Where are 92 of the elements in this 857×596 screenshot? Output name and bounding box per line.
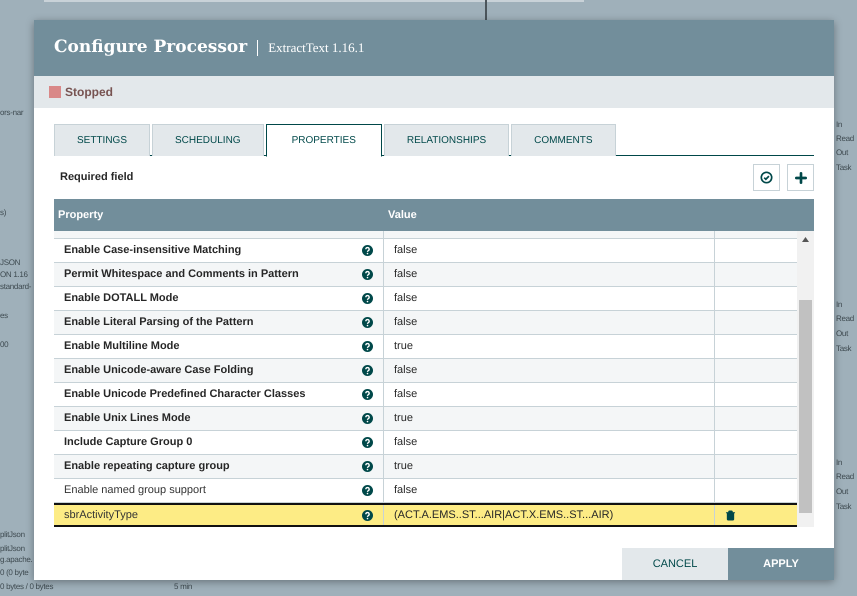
dialog-title: Configure Processor: [54, 36, 248, 60]
property-name: Enable Unix Lines Mode: [64, 411, 191, 426]
help-icon[interactable]: [362, 510, 373, 520]
verify-button[interactable]: [753, 164, 780, 191]
table-row[interactable]: Enable DOTALL Mode false: [54, 287, 797, 311]
canvas-label: es: [0, 311, 8, 321]
property-value: false: [394, 483, 418, 498]
help-icon[interactable]: [362, 341, 373, 352]
canvas-label: 00: [0, 340, 8, 350]
canvas-label: Out: [836, 329, 848, 339]
table-row[interactable]: Enable repeating capture group true: [54, 455, 797, 479]
canvas-label: 0 (0 byte: [0, 568, 28, 578]
property-value: false: [394, 435, 418, 450]
canvas-label: ors-nar: [0, 108, 24, 118]
table-row[interactable]: Enable Literal Parsing of the Pattern false: [54, 311, 797, 335]
help-icon[interactable]: [362, 269, 373, 280]
tab[interactable]: RELATIONSHIPS: [384, 124, 510, 156]
property-value: true: [394, 339, 413, 354]
property-name: Enable repeating capture group: [64, 459, 230, 474]
canvas-label: JSON: [0, 258, 20, 268]
table-row[interactable]: Enable Unix Lines Mode true: [54, 407, 797, 431]
trash-icon[interactable]: [725, 510, 736, 520]
tab[interactable]: PROPERTIES: [266, 124, 382, 157]
canvas-label: standard-: [0, 282, 32, 292]
table-row[interactable]: Enable Multiline Mode true: [54, 335, 797, 359]
canvas-label: 0 bytes / 0 bytes: [0, 582, 54, 592]
table-row[interactable]: sbrActivityType (ACT.A.EMS..ST...AIR|ACT.X.EMS..ST...AIR): [54, 503, 797, 527]
help-icon[interactable]: [362, 389, 373, 400]
canvas-label: Task: [836, 344, 852, 354]
help-icon[interactable]: [362, 437, 373, 448]
canvas-label: 5 min: [174, 582, 192, 592]
property-value: false: [394, 363, 418, 378]
table-row[interactable]: Enable Unicode-aware Case Folding false: [54, 359, 797, 383]
canvas-label: Task: [836, 502, 852, 512]
property-name: Enable DOTALL Mode: [64, 291, 178, 306]
property-name: Enable Literal Parsing of the Pattern: [64, 315, 254, 330]
help-icon[interactable]: [362, 365, 373, 376]
help-icon[interactable]: [362, 413, 373, 424]
help-icon[interactable]: [362, 317, 373, 328]
property-name: Enable Unicode Predefined Character Classes: [64, 387, 306, 402]
property-value: false: [394, 243, 418, 258]
canvas-label: Read: [836, 314, 854, 324]
required-field-note: Required field: [60, 170, 134, 186]
column-header: Property: [57, 208, 104, 223]
add-button[interactable]: [787, 164, 814, 191]
scroll-up-icon[interactable]: [802, 237, 809, 242]
plus-icon: [792, 170, 808, 186]
canvas-label: plitJson: [0, 530, 25, 540]
canvas-label: In: [836, 300, 842, 310]
canvas-label: Out: [836, 487, 848, 497]
canvas-label: In: [836, 120, 842, 130]
table-row[interactable]: Permit Whitespace and Comments in Pattern false: [54, 263, 797, 287]
tab[interactable]: SETTINGS: [54, 124, 150, 156]
canvas-label: Task: [836, 163, 852, 173]
property-name: Permit Whitespace and Comments in Pattern: [64, 267, 299, 282]
tab[interactable]: SCHEDULING: [152, 124, 264, 156]
property-value: false: [394, 291, 418, 306]
property-name: Enable named group support: [64, 483, 206, 498]
status-label: Stopped: [65, 84, 113, 101]
table-row[interactable]: Enable Case-insensitive Matching false: [54, 239, 797, 263]
property-value: false: [394, 387, 418, 402]
canvas-label: s): [0, 208, 6, 218]
help-icon[interactable]: [362, 485, 373, 496]
dialog-subtitle: ExtractText 1.16.1: [268, 39, 364, 58]
help-icon[interactable]: [362, 461, 373, 472]
canvas-label: Out: [836, 148, 848, 158]
canvas-label: In: [836, 458, 842, 468]
column-header: Value: [387, 208, 418, 223]
property-name: Include Capture Group 0: [64, 435, 192, 450]
help-icon[interactable]: [362, 245, 373, 256]
property-value: true: [394, 411, 413, 426]
property-value: false: [394, 267, 418, 282]
help-icon[interactable]: [362, 293, 373, 304]
property-name: Enable Unicode-aware Case Folding: [64, 363, 254, 378]
property-value: false: [394, 315, 418, 330]
canvas-label: plitJson: [0, 544, 25, 554]
check-circle-icon: [760, 171, 773, 184]
table-row[interactable]: Enable Unicode Predefined Character Classes false: [54, 383, 797, 407]
cancel-button[interactable]: CANCEL: [622, 548, 728, 580]
property-value: (ACT.A.EMS..ST...AIR|ACT.X.EMS..ST...AIR): [394, 508, 614, 523]
property-name: sbrActivityType: [64, 508, 138, 523]
table-row[interactable]: Enable named group support false: [54, 479, 797, 503]
tab[interactable]: COMMENTS: [511, 124, 616, 156]
canvas-label: g.apache.: [0, 555, 32, 565]
canvas-label: Read: [836, 134, 854, 144]
property-name: Enable Multiline Mode: [64, 339, 180, 354]
canvas-label: ON 1.16: [0, 270, 28, 280]
canvas-label: Read: [836, 472, 854, 482]
property-name: Enable Case-insensitive Matching: [64, 243, 242, 258]
table-row[interactable]: Include Capture Group 0 false: [54, 431, 797, 455]
property-value: true: [394, 459, 413, 474]
scrollbar[interactable]: [797, 231, 814, 527]
